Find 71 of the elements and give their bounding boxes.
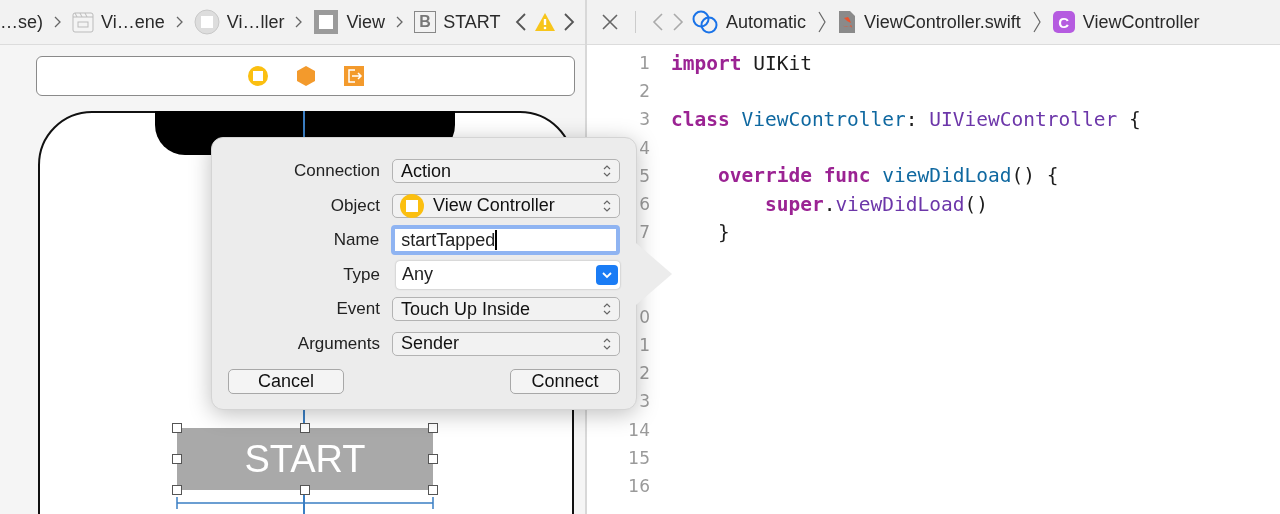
breadcrumb-item[interactable]: View bbox=[346, 11, 386, 33]
line-number: 6 bbox=[639, 194, 650, 215]
resize-handle[interactable] bbox=[428, 423, 438, 433]
field-label: Connection bbox=[293, 161, 380, 182]
chevron-icon bbox=[396, 16, 404, 28]
line-number: 15 bbox=[628, 447, 650, 468]
chevron-icon bbox=[295, 16, 303, 28]
line-number: 2 bbox=[639, 81, 650, 102]
line-number: 5 bbox=[639, 165, 650, 186]
linked-circles-icon bbox=[692, 10, 718, 34]
resize-handle[interactable] bbox=[172, 454, 182, 464]
line-number: 16 bbox=[628, 475, 650, 496]
back-icon[interactable] bbox=[515, 12, 527, 32]
button-type-icon: B bbox=[414, 11, 437, 33]
line-number: 7 bbox=[639, 222, 650, 243]
stepper-icon bbox=[603, 164, 611, 179]
resize-handle[interactable] bbox=[172, 485, 182, 495]
stepper-icon bbox=[603, 302, 611, 317]
cancel-button[interactable]: Cancel bbox=[228, 369, 344, 394]
line-number: 2 bbox=[639, 363, 650, 384]
view-controller-icon bbox=[399, 192, 425, 219]
stepper-icon bbox=[603, 198, 611, 213]
popup-select[interactable]: Action bbox=[392, 159, 620, 184]
stepper-icon bbox=[603, 336, 611, 351]
popup-select[interactable]: Sender bbox=[392, 331, 620, 356]
code-line: override func viewDidLoad() { bbox=[716, 164, 1059, 188]
class-icon: C bbox=[1052, 11, 1075, 33]
breadcrumb-item[interactable]: ViewController.swift bbox=[864, 11, 1021, 33]
swift-file-icon bbox=[838, 10, 857, 34]
popup-select[interactable]: View Controller bbox=[392, 193, 620, 218]
dropdown-icon[interactable] bbox=[596, 264, 618, 285]
resize-handle[interactable] bbox=[300, 485, 310, 495]
forward-icon[interactable] bbox=[563, 12, 575, 32]
field-label: Object bbox=[329, 195, 380, 216]
field-label: Event bbox=[335, 299, 380, 320]
resize-handle[interactable] bbox=[172, 423, 182, 433]
breadcrumb-item[interactable]: Automatic bbox=[726, 11, 807, 33]
view-controller-icon bbox=[193, 9, 220, 35]
line-number: 3 bbox=[639, 391, 650, 412]
name-field[interactable]: startTapped bbox=[391, 225, 620, 256]
breadcrumb-item[interactable]: Vi…ller bbox=[226, 11, 285, 33]
breadcrumb-item[interactable]: START bbox=[443, 11, 501, 33]
type-combo-box[interactable]: Any bbox=[396, 260, 620, 289]
resize-handle[interactable] bbox=[300, 423, 310, 433]
chevron-icon bbox=[1032, 11, 1041, 33]
resize-handle[interactable] bbox=[428, 454, 438, 464]
code-line: super.viewDidLoad() bbox=[763, 192, 988, 216]
line-number: 4 bbox=[639, 137, 650, 158]
code-line: } bbox=[716, 220, 730, 244]
line-number: 14 bbox=[628, 419, 650, 440]
breadcrumb-item[interactable]: ViewController bbox=[1082, 11, 1200, 33]
scene-icon bbox=[72, 11, 94, 33]
line-number: 0 bbox=[639, 306, 650, 327]
line-number: 3 bbox=[639, 109, 650, 130]
resize-handle[interactable] bbox=[428, 485, 438, 495]
line-number: 1 bbox=[639, 53, 650, 74]
chevron-icon bbox=[54, 16, 61, 28]
code-line: import UIKit bbox=[671, 51, 812, 75]
field-label: Arguments bbox=[296, 333, 380, 354]
field-label: Name bbox=[332, 230, 380, 251]
code-line: class ViewController: UIViewController { bbox=[671, 107, 1141, 131]
close-icon[interactable] bbox=[601, 13, 619, 31]
breadcrumb-item[interactable]: …se) bbox=[0, 11, 43, 33]
field-label: Type bbox=[342, 264, 380, 285]
breadcrumb-item[interactable]: Vi…ene bbox=[101, 11, 165, 33]
connect-button[interactable]: Connect bbox=[510, 369, 620, 394]
line-number: 1 bbox=[639, 335, 650, 355]
chevron-icon bbox=[175, 16, 183, 28]
popup-select[interactable]: Touch Up Inside bbox=[392, 297, 620, 322]
chevron-icon bbox=[818, 11, 827, 33]
view-icon bbox=[313, 9, 340, 35]
